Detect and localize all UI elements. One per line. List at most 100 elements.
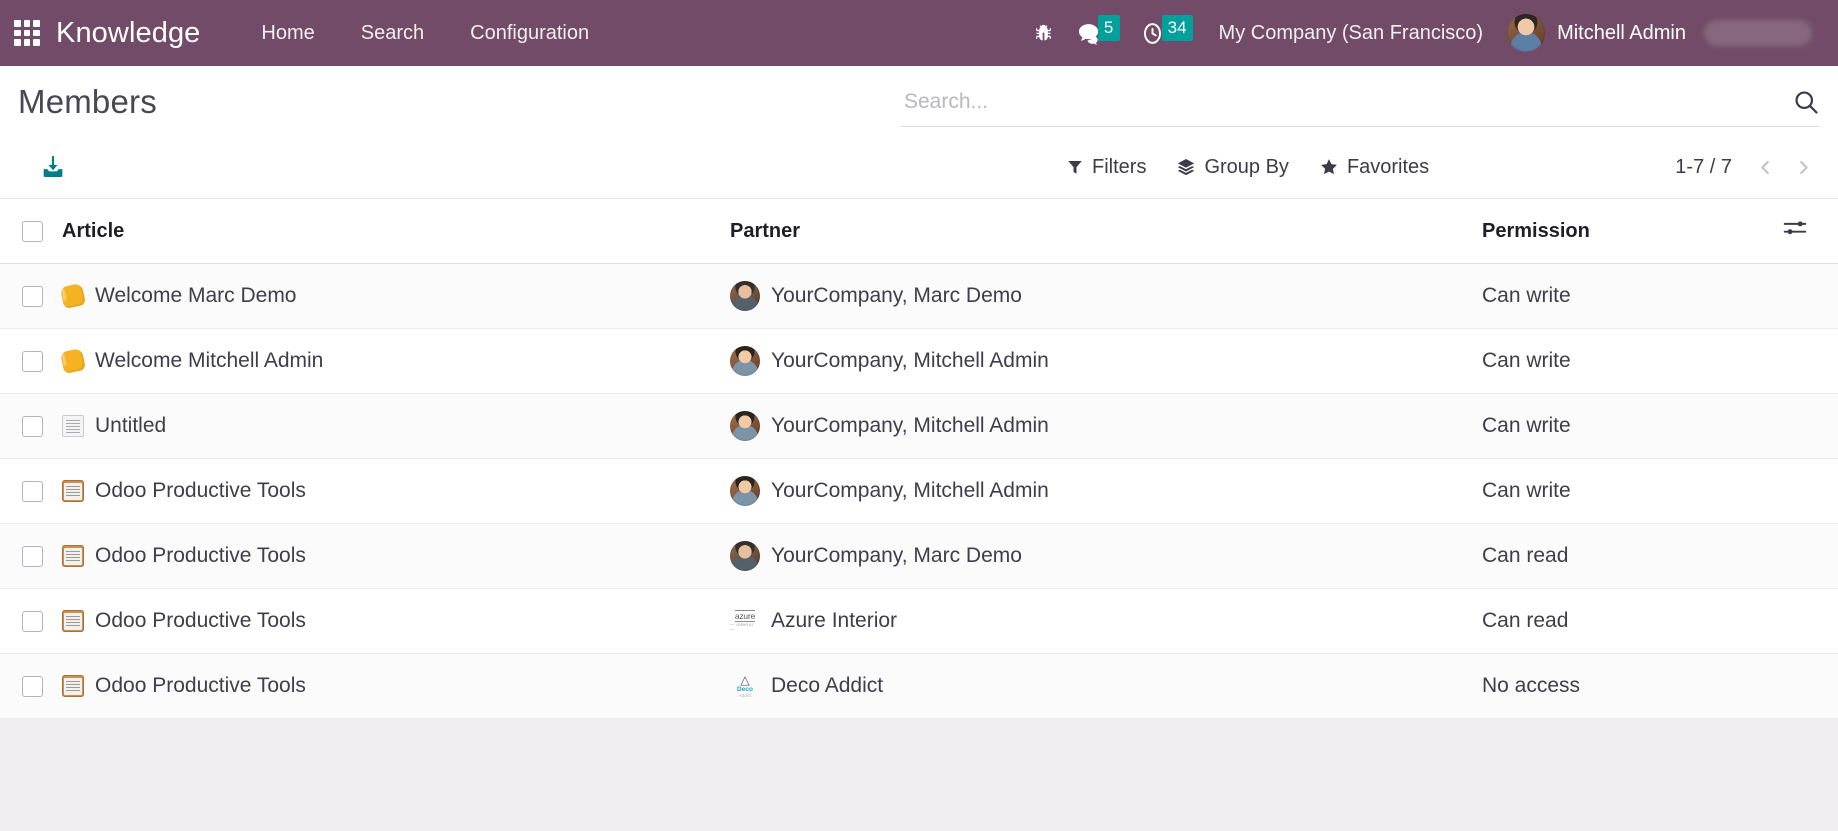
table-row[interactable]: Odoo Productive Tools azure — interior — Az… [0, 588, 1838, 654]
page-title: Members [18, 83, 157, 120]
group-by-button[interactable]: Group By [1176, 155, 1289, 179]
favorites-button[interactable]: Favorites [1319, 156, 1429, 179]
menu-item-configuration[interactable]: Configuration [447, 13, 612, 54]
cell-optional [1782, 329, 1838, 394]
deco-mark: △ [740, 673, 750, 687]
cell-article[interactable]: Odoo Productive Tools [62, 589, 730, 654]
apps-grid-icon[interactable] [10, 16, 44, 50]
row-select-cell [0, 589, 62, 654]
row-select-cell [0, 329, 62, 394]
search-input[interactable] [900, 90, 1782, 114]
cell-optional [1782, 394, 1838, 459]
user-menu-label: Mitchell Admin [1557, 21, 1686, 44]
row-checkbox[interactable] [22, 350, 43, 372]
cell-article[interactable]: Odoo Productive Tools [62, 524, 730, 589]
cell-partner[interactable]: YourCompany, Mitchell Admin [730, 329, 1482, 394]
cell-optional [1782, 264, 1838, 329]
sliders-icon[interactable] [1782, 215, 1808, 241]
cell-permission[interactable]: No access [1482, 654, 1782, 719]
table-body: Welcome Marc Demo YourCompany, Marc Demo C… [0, 263, 1838, 719]
cell-permission[interactable]: Can write [1482, 329, 1782, 394]
search-magnifier-icon[interactable] [1782, 88, 1820, 116]
cell-article[interactable]: Odoo Productive Tools [62, 459, 730, 524]
row-checkbox[interactable] [22, 480, 43, 502]
cell-partner[interactable]: YourCompany, Marc Demo [730, 264, 1482, 329]
breadcrumb: Members [0, 83, 900, 120]
cell-article[interactable]: Odoo Productive Tools [62, 654, 730, 719]
messages-count-badge: 5 [1097, 14, 1120, 41]
company-switcher[interactable]: My Company (San Francisco) [1203, 13, 1500, 54]
menu-item-search[interactable]: Search [338, 13, 447, 54]
cell-partner[interactable]: YourCompany, Marc Demo [730, 524, 1482, 589]
activities-menu[interactable]: 34 [1130, 14, 1203, 52]
page-facing-up-emoji [62, 415, 84, 437]
cell-article[interactable]: Untitled [62, 394, 730, 459]
row-checkbox[interactable] [22, 610, 43, 632]
cell-partner[interactable]: azure — interior — Azure Interior [730, 589, 1482, 654]
row-checkbox[interactable] [22, 545, 43, 567]
chevron-left-icon[interactable] [1748, 150, 1782, 184]
row-select-cell [0, 459, 62, 524]
messages-menu[interactable]: 5 [1066, 14, 1130, 52]
select-all-checkbox[interactable] [22, 220, 43, 242]
avatar-marc-demo [730, 281, 760, 311]
column-header-article[interactable]: Article [62, 199, 730, 264]
import-download-icon[interactable] [40, 154, 66, 180]
group-by-label: Group By [1204, 155, 1289, 178]
article-name: Odoo Productive Tools [95, 609, 306, 632]
cell-partner[interactable]: △ Deco Addict Deco Addict [730, 654, 1482, 719]
table-row[interactable]: Welcome Marc Demo YourCompany, Marc Demo C… [0, 263, 1838, 329]
waving-hand-emoji [59, 282, 87, 310]
cell-permission[interactable]: Can write [1482, 394, 1782, 459]
waving-hand-emoji [59, 347, 87, 375]
cell-partner[interactable]: YourCompany, Mitchell Admin [730, 459, 1482, 524]
chat-bubble-icon [1076, 21, 1101, 46]
filters-button[interactable]: Filters [1066, 156, 1146, 179]
search-view [900, 84, 1838, 127]
table-row[interactable]: Odoo Productive Tools △ Deco Addict Deco Add… [0, 653, 1838, 719]
row-checkbox[interactable] [22, 285, 43, 307]
pager-value[interactable]: 1-7 / 7 [1675, 156, 1732, 179]
row-checkbox[interactable] [22, 415, 43, 437]
cell-permission[interactable]: Can read [1482, 589, 1782, 654]
column-header-partner[interactable]: Partner [730, 199, 1482, 264]
top-navbar: Knowledge Home Search Configuration 5 34… [0, 0, 1838, 66]
cell-partner[interactable]: YourCompany, Mitchell Admin [730, 394, 1482, 459]
table-row[interactable]: Odoo Productive Tools YourCompany, Marc D… [0, 523, 1838, 589]
column-header-permission[interactable]: Permission [1482, 199, 1782, 264]
cell-permission[interactable]: Can write [1482, 264, 1782, 329]
article-name: Odoo Productive Tools [95, 544, 306, 567]
logo-azure-interior: azure — interior — [730, 606, 760, 636]
pager: 1-7 / 7 [1675, 150, 1820, 184]
table-row[interactable]: Untitled YourCompany, Mitchell Admin Can w… [0, 393, 1838, 459]
partner-name: YourCompany, Mitchell Admin [771, 414, 1049, 437]
cell-optional [1782, 654, 1838, 719]
avatar [1507, 14, 1546, 52]
table-row[interactable]: Welcome Mitchell Admin YourCompany, Mitch… [0, 328, 1838, 394]
bug-icon[interactable] [1021, 17, 1066, 50]
avatar-mitchell-admin [730, 476, 760, 506]
deco-subtitle: Addict [738, 692, 752, 698]
menu-item-home[interactable]: Home [238, 13, 337, 54]
main-menu: Home Search Configuration [238, 13, 612, 54]
control-panel-left-tools [18, 154, 918, 180]
cell-article[interactable]: Welcome Marc Demo [59, 264, 730, 329]
cell-permission[interactable]: Can write [1482, 459, 1782, 524]
cell-permission[interactable]: Can read [1482, 524, 1782, 589]
user-menu[interactable]: Mitchell Admin [1499, 9, 1822, 57]
logo-deco-addict: △ Deco Addict [730, 671, 760, 701]
chevron-right-icon[interactable] [1786, 150, 1820, 184]
table-row[interactable]: Odoo Productive Tools YourCompany, Mitche… [0, 458, 1838, 524]
partner-name: YourCompany, Mitchell Admin [771, 479, 1049, 502]
partner-name: YourCompany, Marc Demo [771, 284, 1022, 307]
app-brand-knowledge[interactable]: Knowledge [56, 17, 200, 50]
cell-article[interactable]: Welcome Mitchell Admin [59, 329, 730, 394]
avatar-mitchell-admin [730, 411, 760, 441]
clipboard-emoji [62, 545, 84, 567]
filters-label: Filters [1092, 155, 1147, 178]
user-menu-blurred-tag [1704, 20, 1812, 46]
row-checkbox[interactable] [22, 675, 43, 697]
control-panel: Members Search... Filters Group By Favor… [0, 66, 1838, 199]
article-name: Untitled [95, 414, 167, 437]
partner-name: Azure Interior [771, 609, 898, 632]
